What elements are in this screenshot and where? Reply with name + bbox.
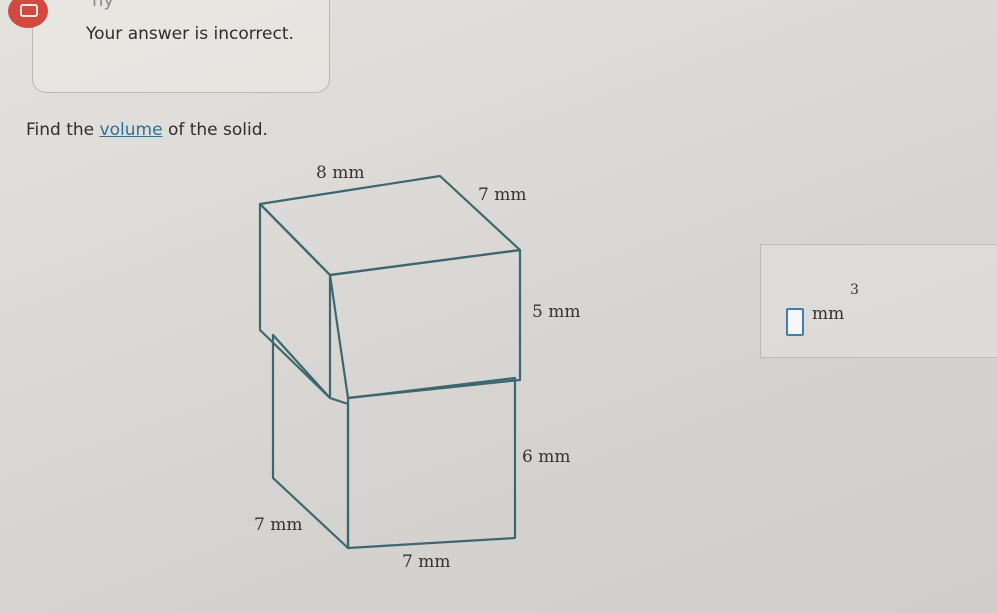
upper-front-face [328,248,522,400]
volume-answer-input[interactable] [786,308,804,336]
label-top-depth: 7 mm [478,185,526,205]
answer-unit-exponent: 3 [850,282,859,298]
label-top-width: 8 mm [316,163,364,183]
label-bottom-width: 7 mm [402,552,450,572]
upper-side-face [258,202,332,400]
label-upper-height: 5 mm [532,302,580,322]
answer-unit: mm [812,304,845,324]
answer-panel [760,244,997,358]
lower-front-face [346,376,517,550]
label-bottom-depth: 7 mm [254,515,302,535]
label-lower-height: 6 mm [522,447,570,467]
